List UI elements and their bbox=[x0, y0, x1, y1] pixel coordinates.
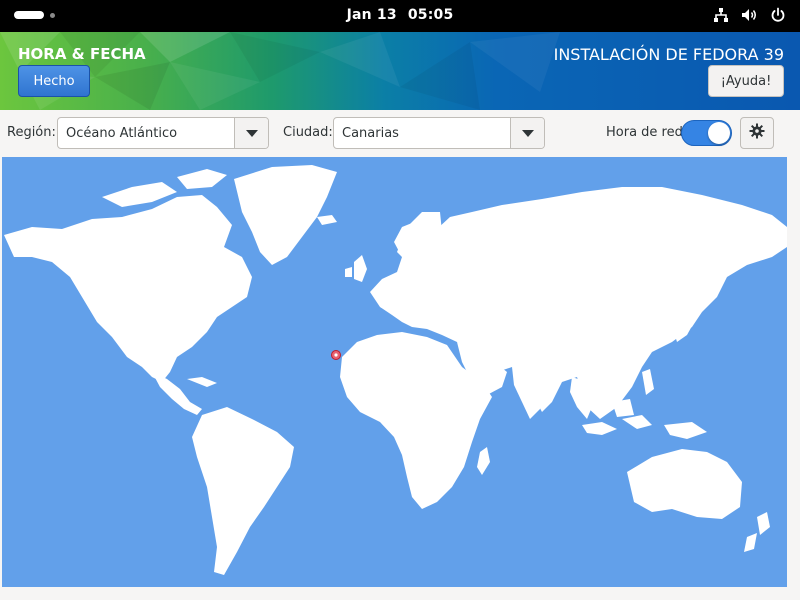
philippines bbox=[642, 369, 654, 395]
chevron-down-icon[interactable] bbox=[510, 118, 544, 148]
borneo bbox=[612, 399, 634, 417]
header-background-pattern bbox=[0, 32, 560, 110]
region-label: Región: bbox=[7, 125, 56, 140]
iceland bbox=[317, 215, 337, 225]
arctic-islands-2 bbox=[177, 169, 227, 189]
location-marker[interactable] bbox=[331, 350, 341, 360]
gear-icon bbox=[749, 123, 765, 143]
power-icon bbox=[770, 7, 786, 23]
new-zealand bbox=[757, 512, 770, 535]
timezone-toolbar: Región: Océano Atlántico Ciudad: Canaria… bbox=[0, 110, 800, 156]
new-guinea bbox=[664, 422, 707, 439]
network-icon bbox=[713, 7, 729, 23]
system-top-bar: Jan 13 05:05 bbox=[0, 0, 800, 32]
help-button[interactable]: ¡Ayuda! bbox=[708, 65, 784, 97]
city-value: Canarias bbox=[342, 125, 399, 141]
greenland bbox=[234, 165, 337, 265]
land-masses bbox=[4, 165, 787, 575]
clock-time: 05:05 bbox=[407, 7, 454, 23]
new-zealand-south bbox=[744, 533, 757, 552]
switch-knob bbox=[708, 122, 730, 144]
ireland bbox=[345, 267, 352, 277]
spoke-title: HORA & FECHA bbox=[18, 45, 146, 63]
ntp-config-button[interactable] bbox=[740, 117, 774, 149]
timezone-map[interactable] bbox=[2, 157, 787, 587]
clock-date: Jan 13 bbox=[346, 7, 397, 23]
south-america bbox=[192, 407, 294, 575]
region-value: Océano Atlántico bbox=[66, 125, 178, 141]
region-combo[interactable]: Océano Atlántico bbox=[57, 117, 269, 149]
city-label: Ciudad: bbox=[283, 125, 333, 140]
chevron-down-icon[interactable] bbox=[234, 118, 268, 148]
madagascar bbox=[477, 447, 490, 475]
done-button[interactable]: Hecho bbox=[18, 65, 90, 97]
city-combo[interactable]: Canarias bbox=[333, 117, 545, 149]
uk bbox=[354, 255, 367, 282]
indonesia-1 bbox=[582, 422, 617, 435]
product-title: INSTALACIÓN DE FEDORA 39 bbox=[553, 45, 784, 64]
system-tray[interactable] bbox=[713, 7, 786, 23]
spoke-header: HORA & FECHA Hecho INSTALACIÓN DE FEDORA… bbox=[0, 32, 800, 110]
caribbean bbox=[187, 377, 217, 387]
australia bbox=[627, 449, 742, 519]
world-map[interactable] bbox=[2, 157, 787, 587]
clock[interactable]: Jan 13 05:05 bbox=[0, 7, 800, 23]
volume-icon bbox=[741, 7, 758, 23]
network-time-switch[interactable] bbox=[681, 120, 732, 146]
bottom-strip bbox=[0, 587, 800, 600]
north-america bbox=[4, 195, 252, 382]
indonesia-2 bbox=[622, 415, 652, 429]
network-time-label: Hora de red bbox=[606, 125, 683, 140]
